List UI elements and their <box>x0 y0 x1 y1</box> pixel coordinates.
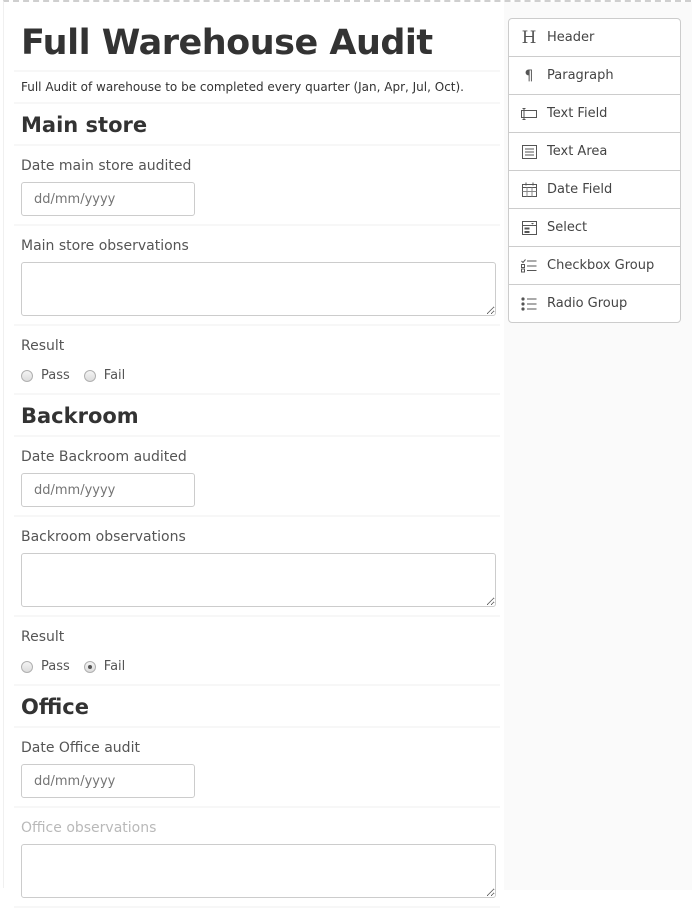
field-label: Backroom observations <box>21 529 186 545</box>
radio-button[interactable] <box>83 369 96 382</box>
field-label: Date Backroom audited <box>21 449 187 465</box>
radio-option-pass[interactable]: Pass <box>21 659 70 674</box>
control-checkbox-group[interactable]: Checkbox Group <box>509 247 680 285</box>
control-radio-group[interactable]: Radio Group <box>509 285 680 322</box>
section-header-office[interactable]: Office <box>14 686 500 728</box>
radio-button-checked[interactable] <box>83 660 96 673</box>
field-label: Result <box>21 338 65 354</box>
radio-label: Fail <box>103 659 126 674</box>
observations-textarea-office[interactable] <box>21 844 496 898</box>
radio-label: Fail <box>103 368 126 383</box>
control-text-field[interactable]: Text Field <box>509 95 680 133</box>
date-field-backroom: Date Backroom audited <box>14 437 500 517</box>
form-canvas: Full Warehouse Audit Full Audit of wareh… <box>14 12 500 908</box>
control-label: Radio Group <box>547 296 628 311</box>
textarea-field-backroom: Backroom observations <box>14 517 500 617</box>
paragraph-icon: ¶ <box>524 67 534 84</box>
control-label: Date Field <box>547 182 613 197</box>
date-input-backroom[interactable] <box>21 473 195 507</box>
section-title: Main store <box>21 113 148 137</box>
radio-group-backroom: Result Pass Fail <box>14 617 500 686</box>
field-label: Result <box>21 629 65 645</box>
radio-option-fail[interactable]: Fail <box>83 368 126 383</box>
form-description: Full Audit of warehouse to be completed … <box>21 80 464 94</box>
radio-button[interactable] <box>21 660 33 673</box>
control-label: Checkbox Group <box>547 258 655 273</box>
control-label: Text Field <box>547 106 608 121</box>
date-input-main-store[interactable] <box>21 182 195 216</box>
field-label: Date Office audit <box>21 740 140 756</box>
date-input-office[interactable] <box>21 764 195 798</box>
form-paragraph-field[interactable]: Full Audit of warehouse to be completed … <box>14 72 500 104</box>
text-field-icon <box>521 106 537 122</box>
observations-textarea-backroom[interactable] <box>21 553 496 607</box>
calendar-icon <box>521 182 537 198</box>
textarea-field-office: Office observations <box>14 808 500 908</box>
radio-option-fail[interactable]: Fail <box>83 659 126 674</box>
checkbox-group-icon <box>521 258 537 274</box>
field-label: Office observations <box>21 820 157 836</box>
header-icon: H <box>521 27 537 48</box>
control-label: Paragraph <box>547 68 614 83</box>
control-text-area[interactable]: Text Area <box>509 133 680 171</box>
control-select[interactable]: Select <box>509 209 680 247</box>
section-title: Office <box>21 695 89 719</box>
form-header-field[interactable]: Full Warehouse Audit <box>14 12 500 72</box>
text-area-icon <box>521 144 537 160</box>
control-header[interactable]: H Header <box>509 19 680 57</box>
form-controls-panel: H Header ¶ Paragraph Text Field Text Are… <box>508 18 681 323</box>
radio-group-main-store: Result Pass Fail <box>14 326 500 395</box>
radio-group-icon <box>521 296 537 312</box>
form-title: Full Warehouse Audit <box>21 23 433 63</box>
radio-option-pass[interactable]: Pass <box>21 368 70 383</box>
control-label: Header <box>547 30 595 45</box>
section-header-backroom[interactable]: Backroom <box>14 395 500 437</box>
form-builder-stage: Full Warehouse Audit Full Audit of wareh… <box>3 0 692 908</box>
section-header-main-store[interactable]: Main store <box>14 104 500 146</box>
control-date-field[interactable]: Date Field <box>509 171 680 209</box>
control-label: Text Area <box>547 144 608 159</box>
control-label: Select <box>547 220 588 235</box>
date-field-main-store: Date main store audited <box>14 146 500 226</box>
field-label: Main store observations <box>21 238 189 254</box>
field-label: Date main store audited <box>21 158 192 174</box>
control-paragraph[interactable]: ¶ Paragraph <box>509 57 680 95</box>
radio-button[interactable] <box>21 369 33 382</box>
radio-label: Pass <box>41 368 70 383</box>
radio-label: Pass <box>41 659 70 674</box>
select-icon <box>521 220 537 236</box>
section-title: Backroom <box>21 404 139 428</box>
observations-textarea-main-store[interactable] <box>21 262 496 316</box>
textarea-field-main-store: Main store observations <box>14 226 500 326</box>
date-field-office: Date Office audit <box>14 728 500 808</box>
